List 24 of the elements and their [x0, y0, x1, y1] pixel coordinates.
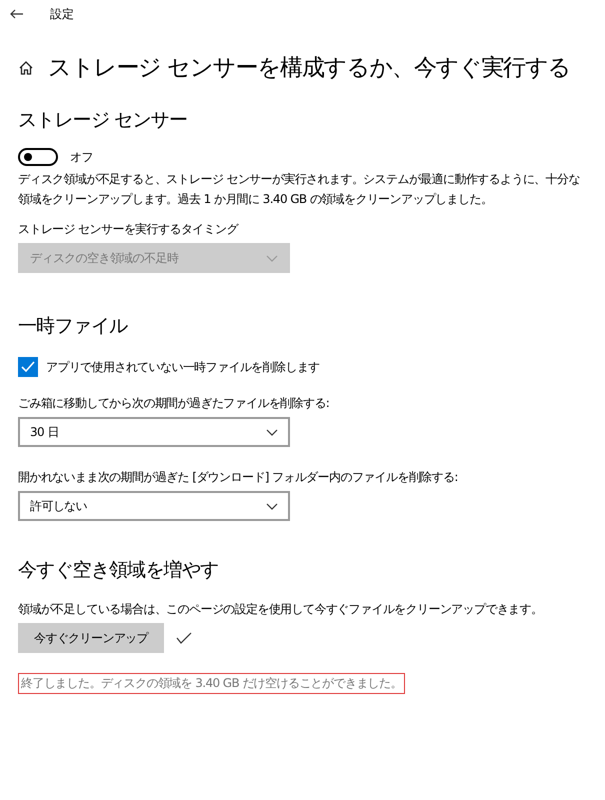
description-text: 領域が不足している場合は、このページの設定を使用して今すぐファイルをクリーンアップできます。 [18, 601, 544, 618]
period-dropdown[interactable]: 許可しない [18, 491, 290, 521]
section-heading: 今すぐ空き領域を増やす [18, 558, 220, 583]
chevron-icon [266, 502, 278, 510]
checkmark-icon [21, 361, 35, 373]
toggle-switch[interactable] [18, 148, 58, 166]
status-message: 終了しました。ディスクの領域を 3.40 GB だけ空けることができました。 [18, 673, 405, 694]
dropdown-label: ごみ箱に移動してから次の期間が過ぎたファイルを削除する: [18, 395, 330, 412]
chevron-icon [266, 254, 278, 262]
dropdown-label: ストレージ センサーを実行するタイミング [18, 221, 240, 238]
home-icon[interactable] [18, 60, 34, 76]
section-heading: 一時ファイル [18, 314, 129, 339]
toggle-label: オフ [70, 149, 93, 166]
chevron-icon [266, 428, 278, 436]
back-arrow-icon[interactable] [10, 9, 24, 19]
checkbox[interactable] [18, 357, 38, 377]
checkbox-label: アプリで使用されていない一時ファイルを削除します [46, 359, 320, 376]
description-text: ディスク領域が不足すると、ストレージ センサーが実行されます。システムが最適に動作するように、十分な領域をクリーンアップします。過去 1 か月間に 3.40 GB の領域をクリーンアップしました。 [18, 171, 581, 208]
clean-up-button[interactable]: 今すぐクリーンアップ [18, 623, 164, 653]
period-dropdown[interactable]: 30 日 [18, 417, 290, 447]
section-heading: ストレージ センサー [18, 108, 188, 133]
page-title: ストレージ センサーを構成するか、今すぐ実行する [48, 54, 571, 83]
window-title: 設定 [50, 6, 74, 22]
dropdown-label: 開かれないまま次の期間が過ぎた [ダウンロード] フォルダー内のファイルを削除する: [18, 469, 459, 486]
